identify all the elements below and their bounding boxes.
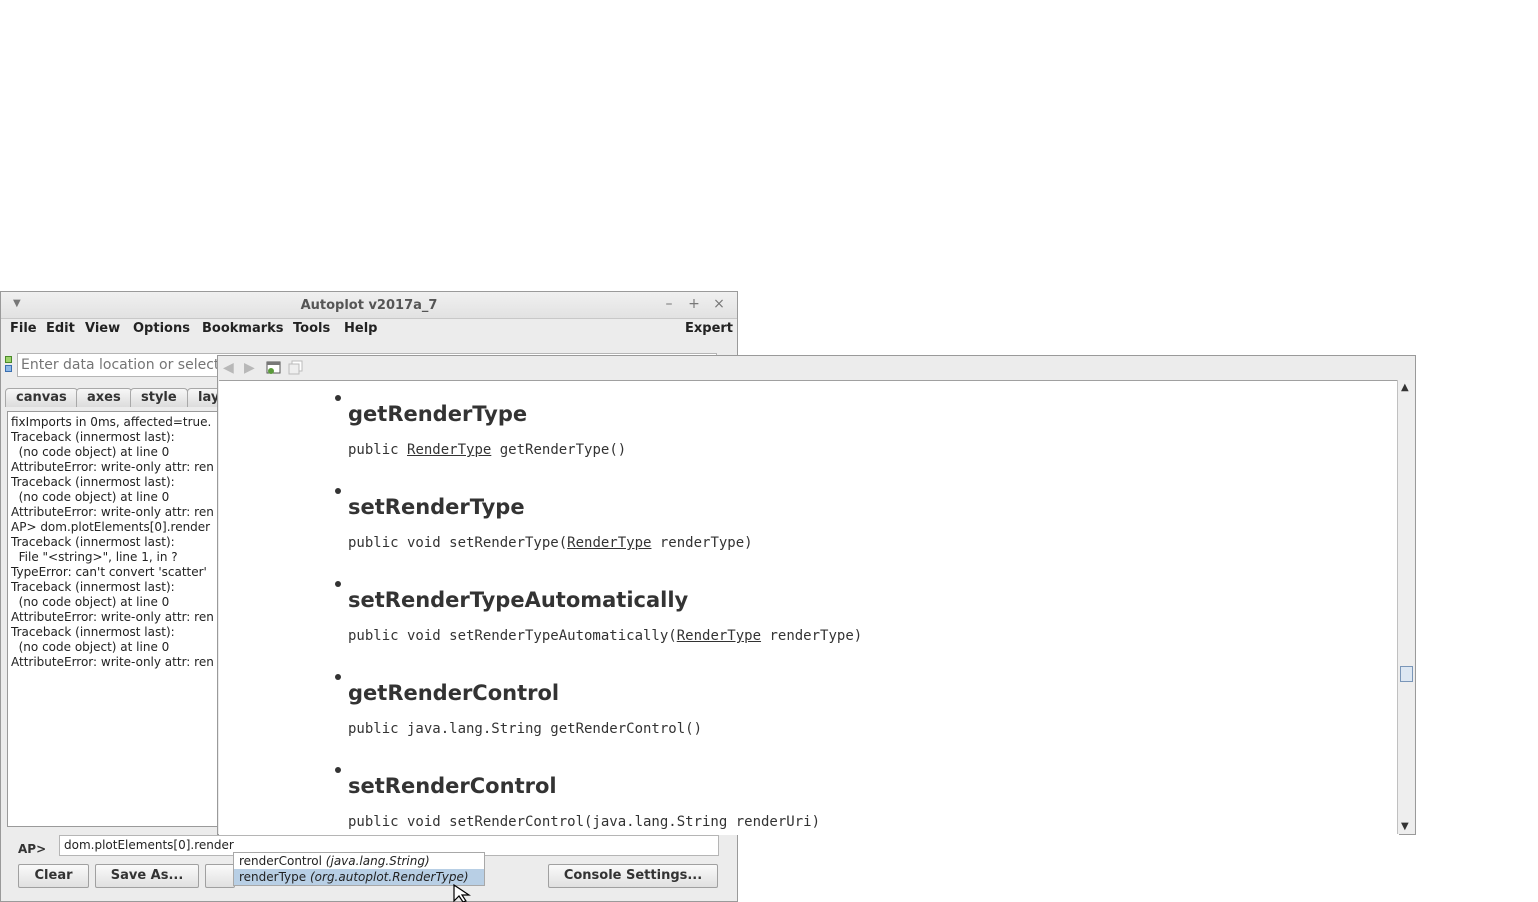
signature-text: public <box>348 442 408 458</box>
maximize-button[interactable]: + <box>685 296 703 312</box>
browser-icon[interactable] <box>266 360 282 380</box>
bullet-icon <box>335 767 341 773</box>
close-button[interactable]: × <box>710 296 728 312</box>
clear-button[interactable]: Clear <box>18 864 89 888</box>
method-signature: public RenderType getRenderType() <box>348 442 626 458</box>
signature-text: public void setRenderType( <box>348 535 568 551</box>
bullet-icon <box>335 581 341 587</box>
menu-view[interactable]: View <box>85 321 120 336</box>
menu-help[interactable]: Help <box>344 321 377 336</box>
hidden-button[interactable] <box>205 864 235 888</box>
javadoc-window: ◀ ▶ getRenderType public RenderType getRe… <box>217 355 1416 835</box>
tab-axes[interactable]: axes <box>76 388 132 407</box>
scroll-thumb[interactable] <box>1400 666 1413 682</box>
copy-icon[interactable] <box>288 360 304 380</box>
method-name: setRenderTypeAutomatically <box>348 588 689 612</box>
right-arrow-icon[interactable]: ▶ <box>244 360 255 376</box>
save-as-button[interactable]: Save As... <box>95 864 199 888</box>
signature-text: renderType) <box>761 628 863 644</box>
signature-text: getRenderType() <box>491 442 627 458</box>
menu-bar: File Edit View Options Bookmarks Tools H… <box>1 318 737 340</box>
scroll-down-icon[interactable]: ▼ <box>1401 821 1409 832</box>
method-signature: public void setRenderType(RenderType ren… <box>348 535 753 551</box>
signature-text: public java.lang.String getRenderControl… <box>348 721 703 737</box>
title-bar[interactable]: ▼ Autoplot v2017a_7 – + × <box>1 292 737 319</box>
menu-tools[interactable]: Tools <box>293 321 330 336</box>
prompt-label: AP> <box>18 842 47 856</box>
bullet-icon <box>335 488 341 494</box>
menu-edit[interactable]: Edit <box>46 321 75 336</box>
mouse-cursor-icon <box>453 884 471 902</box>
method-name: getRenderType <box>348 402 528 426</box>
method-signature: public java.lang.String getRenderControl… <box>348 721 702 737</box>
type-link[interactable]: RenderType <box>407 442 491 458</box>
bullet-icon <box>335 674 341 680</box>
minimize-button[interactable]: – <box>660 296 678 312</box>
window-title: Autoplot v2017a_7 <box>300 298 438 313</box>
completion-option-render-type[interactable]: renderType (org.autoplot.RenderType) <box>234 869 484 885</box>
scroll-up-icon[interactable]: ▲ <box>1401 382 1409 393</box>
method-signature: public void setRenderControl(java.lang.S… <box>348 814 820 830</box>
menu-options[interactable]: Options <box>133 321 190 336</box>
doc-content[interactable]: getRenderType public RenderType getRender… <box>219 380 1399 835</box>
doc-toolbar: ◀ ▶ <box>218 356 1415 380</box>
menu-bookmarks[interactable]: Bookmarks <box>202 321 284 336</box>
method-name: setRenderType <box>348 495 525 519</box>
data-status-icon <box>5 354 13 374</box>
completion-popup: renderControl (java.lang.String) renderT… <box>233 852 485 886</box>
type-link[interactable]: RenderType <box>677 628 761 644</box>
signature-text: renderType) <box>651 535 753 551</box>
doc-scrollbar[interactable]: ▲ ▼ <box>1397 380 1414 834</box>
console-settings-button[interactable]: Console Settings... <box>548 864 718 888</box>
method-signature: public void setRenderTypeAutomatically(R… <box>348 628 862 644</box>
signature-text: public void setRenderControl(java.lang.S… <box>348 814 821 830</box>
tab-canvas[interactable]: canvas <box>5 388 78 407</box>
completion-option-render-control[interactable]: renderControl (java.lang.String) <box>234 853 484 869</box>
tab-style[interactable]: style <box>130 388 188 407</box>
method-name: setRenderControl <box>348 774 557 798</box>
menu-file[interactable]: File <box>10 321 37 336</box>
type-link[interactable]: RenderType <box>567 535 651 551</box>
signature-text: public void setRenderTypeAutomatically( <box>348 628 677 644</box>
left-arrow-icon[interactable]: ◀ <box>223 360 234 376</box>
menu-expert[interactable]: Expert <box>685 321 733 336</box>
bullet-icon <box>335 395 341 401</box>
method-name: getRenderControl <box>348 681 560 705</box>
